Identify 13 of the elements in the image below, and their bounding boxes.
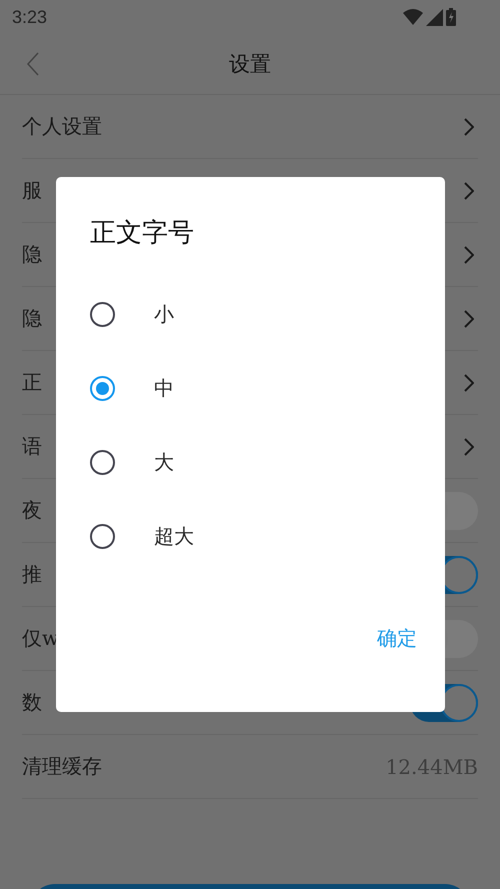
setting-label: 隐 [22, 241, 42, 268]
setting-label: 语 [22, 433, 42, 460]
status-time: 3:23 [12, 6, 48, 28]
setting-label: 隐 [22, 305, 42, 332]
page-title: 设置 [229, 51, 271, 78]
setting-label: 数 [22, 689, 42, 716]
setting-label: 服 [22, 177, 42, 204]
setting-label: 个人设置 [22, 113, 102, 140]
setting-label: 推 [22, 561, 42, 588]
setting-label: 夜 [22, 497, 42, 524]
setting-label: 正 [22, 369, 42, 396]
setting-label: 清理缓存 [22, 753, 102, 780]
dialog-title: 正文字号 [90, 217, 195, 250]
